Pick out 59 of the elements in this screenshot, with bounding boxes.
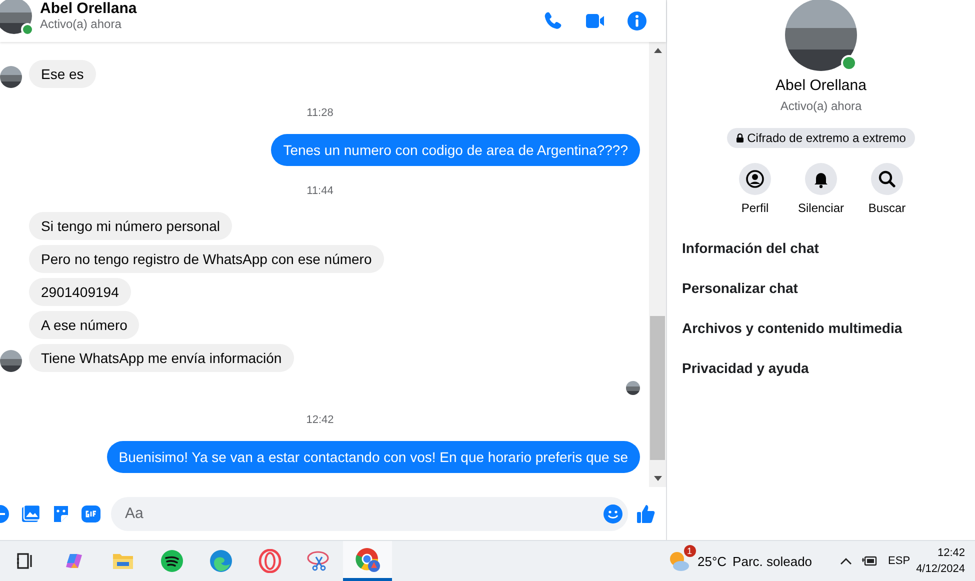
message-bubble: 2901409194 xyxy=(29,278,131,306)
thumbs-up-icon[interactable] xyxy=(636,504,656,524)
message-bubble: A ese número xyxy=(29,311,140,339)
message-bubble: Tenes un numero con codigo de area de Argentina???? xyxy=(271,134,640,166)
message-bubble: Ese es xyxy=(29,60,96,88)
chat-menu-item[interactable]: Privacidad y ayuda xyxy=(682,359,975,377)
lock-icon xyxy=(736,133,744,143)
chrome-browser-icon[interactable] xyxy=(354,546,380,572)
browser-icon[interactable] xyxy=(208,549,232,573)
message-input[interactable]: Aa xyxy=(123,504,603,523)
avatar-photo[interactable] xyxy=(0,0,32,34)
profile-name: Abel Orellana xyxy=(776,77,866,95)
task-view-icon[interactable] xyxy=(14,551,34,571)
profile-action-button[interactable]: Buscar xyxy=(862,163,912,215)
profile-photo xyxy=(785,0,857,71)
emoji-icon[interactable] xyxy=(603,504,623,524)
message-bubble: Si tengo mi número personal xyxy=(29,212,232,240)
message-field[interactable]: Aa xyxy=(111,496,628,530)
scrollbar[interactable] xyxy=(649,42,666,487)
message-timestamp: 12:42 xyxy=(306,414,334,426)
contact-status: Activo(a) ahora xyxy=(40,17,122,32)
message-timestamp: 11:28 xyxy=(306,107,334,119)
encryption-label: Cifrado de extremo a extremo xyxy=(747,131,906,145)
profile-icon xyxy=(746,170,764,188)
info-icon[interactable] xyxy=(627,11,647,31)
weather-temperature[interactable]: 25°C xyxy=(698,554,727,568)
message-bubble: Buenisimo! Ya se van a estar contactando con vos! En que horario preferis que se xyxy=(106,441,640,473)
image-icon[interactable] xyxy=(21,504,41,524)
clock-time: 12:42 xyxy=(937,546,965,561)
sticker-icon[interactable] xyxy=(51,504,71,524)
seen-avatar xyxy=(626,381,640,395)
music-app-icon[interactable] xyxy=(160,549,184,573)
phone-icon[interactable] xyxy=(543,11,563,31)
profile-action-button[interactable]: Perfil xyxy=(730,163,780,215)
profile-action-button[interactable]: Silenciar xyxy=(796,163,846,215)
scissors-app-icon[interactable] xyxy=(306,549,332,573)
language-indicator[interactable]: ESP xyxy=(888,555,910,567)
avatar-photo xyxy=(0,66,22,88)
chevron-up-icon[interactable] xyxy=(840,557,852,565)
plus-icon[interactable] xyxy=(0,504,10,524)
clock-date: 4/12/2024 xyxy=(916,562,965,577)
message-bubble: Tiene WhatsApp me envía información xyxy=(29,344,294,372)
chat-menu-item[interactable]: Información del chat xyxy=(682,239,975,257)
opera-browser-icon[interactable] xyxy=(258,549,282,573)
video-camera-icon[interactable] xyxy=(585,12,605,30)
bell-icon xyxy=(814,173,828,188)
message-timestamp: 11:44 xyxy=(306,185,334,197)
avatar-photo xyxy=(0,350,22,372)
battery-icon[interactable] xyxy=(862,555,878,567)
profile-status: Activo(a) ahora xyxy=(780,99,862,113)
weather-condition[interactable]: Parc. soleado xyxy=(732,554,812,568)
gif-icon[interactable] xyxy=(81,504,101,524)
notification-badge: 1 xyxy=(684,545,696,557)
message-bubble: Pero no tengo registro de WhatsApp con ese número xyxy=(29,245,384,273)
search-icon xyxy=(878,170,896,188)
contact-name[interactable]: Abel Orellana xyxy=(40,0,137,17)
chat-menu-item[interactable]: Personalizar chat xyxy=(682,279,975,297)
chat-menu-item[interactable]: Archivos y contenido multimedia xyxy=(682,319,975,337)
clock[interactable]: 12:42 4/12/2024 xyxy=(916,545,965,577)
